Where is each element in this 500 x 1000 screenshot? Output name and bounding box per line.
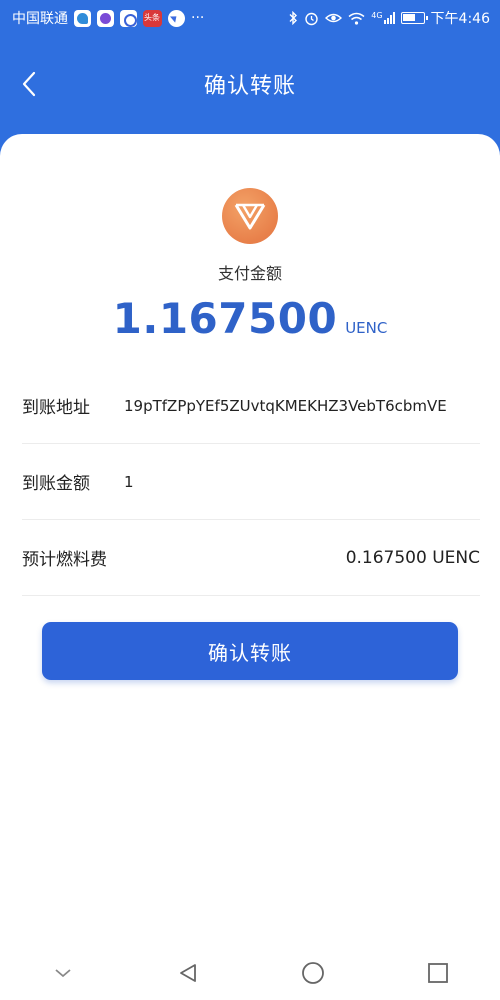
more-notifications-icon: ··· [191, 10, 205, 26]
header: 确认转账 [0, 36, 500, 132]
nav-recents-button[interactable] [418, 953, 458, 993]
chevron-left-icon [22, 71, 36, 97]
app-notification-icon [120, 9, 137, 27]
square-recents-icon [427, 963, 448, 983]
gas-fee-row: 预计燃料费 0.167500 UENC [22, 520, 480, 596]
confirm-transfer-button[interactable]: 确认转账 [42, 622, 458, 680]
nav-home-button[interactable] [293, 953, 333, 993]
receive-amount-row: 到账金额 1 [22, 444, 480, 520]
signal-icon [383, 12, 395, 24]
app-notification-icon [74, 9, 91, 27]
system-nav-bar [0, 946, 500, 1000]
triangle-back-icon [179, 964, 196, 982]
screen: 中国联通 ··· [0, 0, 500, 1000]
receive-amount-value: 1 [124, 472, 134, 491]
status-right: 4G 下午4:46 [288, 8, 490, 28]
status-left: 中国联通 ··· [12, 8, 204, 28]
receive-amount-label: 到账金额 [22, 474, 90, 494]
pay-amount-label: 支付金额 [217, 264, 282, 283]
token-v-icon [234, 203, 266, 230]
app-notification-icon [97, 9, 114, 27]
gas-fee-value: 0.167500 UENC [345, 547, 480, 568]
gas-fee-label: 预计燃料费 [22, 550, 107, 570]
app-notification-icon [168, 9, 185, 27]
pay-amount-unit: UENC [345, 319, 388, 337]
network-type: 4G [371, 11, 383, 20]
clock-text: 下午4:46 [430, 11, 490, 27]
bluetooth-icon [289, 11, 298, 25]
circle-home-icon [301, 962, 324, 984]
chevron-down-icon [54, 969, 71, 978]
pay-amount: 1.167500 UENC [0, 294, 500, 343]
back-button[interactable] [14, 66, 44, 102]
alarm-icon [305, 12, 318, 25]
carrier-text: 中国联通 [12, 11, 68, 27]
wifi-icon [348, 12, 365, 25]
nav-collapse-button[interactable] [43, 953, 83, 993]
pay-amount-value: 1.167500 [112, 294, 338, 343]
receive-address-label: 到账地址 [22, 398, 90, 418]
eye-icon [325, 13, 343, 23]
nav-back-button[interactable] [168, 953, 208, 993]
page-title: 确认转账 [203, 74, 296, 99]
content-card: 支付金额 1.167500 UENC 到账地址 19pTfZPpYEf5ZUvt… [0, 134, 500, 1000]
news-app-icon [143, 9, 162, 27]
status-bar: 中国联通 ··· [0, 0, 500, 36]
cellular-signal: 4G [371, 11, 395, 24]
token-logo-icon [222, 188, 278, 244]
battery-icon [400, 12, 428, 24]
receive-address-row: 到账地址 19pTfZPpYEf5ZUvtqKMEKHZ3VebT6cbmVE [22, 368, 480, 444]
receive-address-value: 19pTfZPpYEf5ZUvtqKMEKHZ3VebT6cbmVE [124, 396, 447, 415]
